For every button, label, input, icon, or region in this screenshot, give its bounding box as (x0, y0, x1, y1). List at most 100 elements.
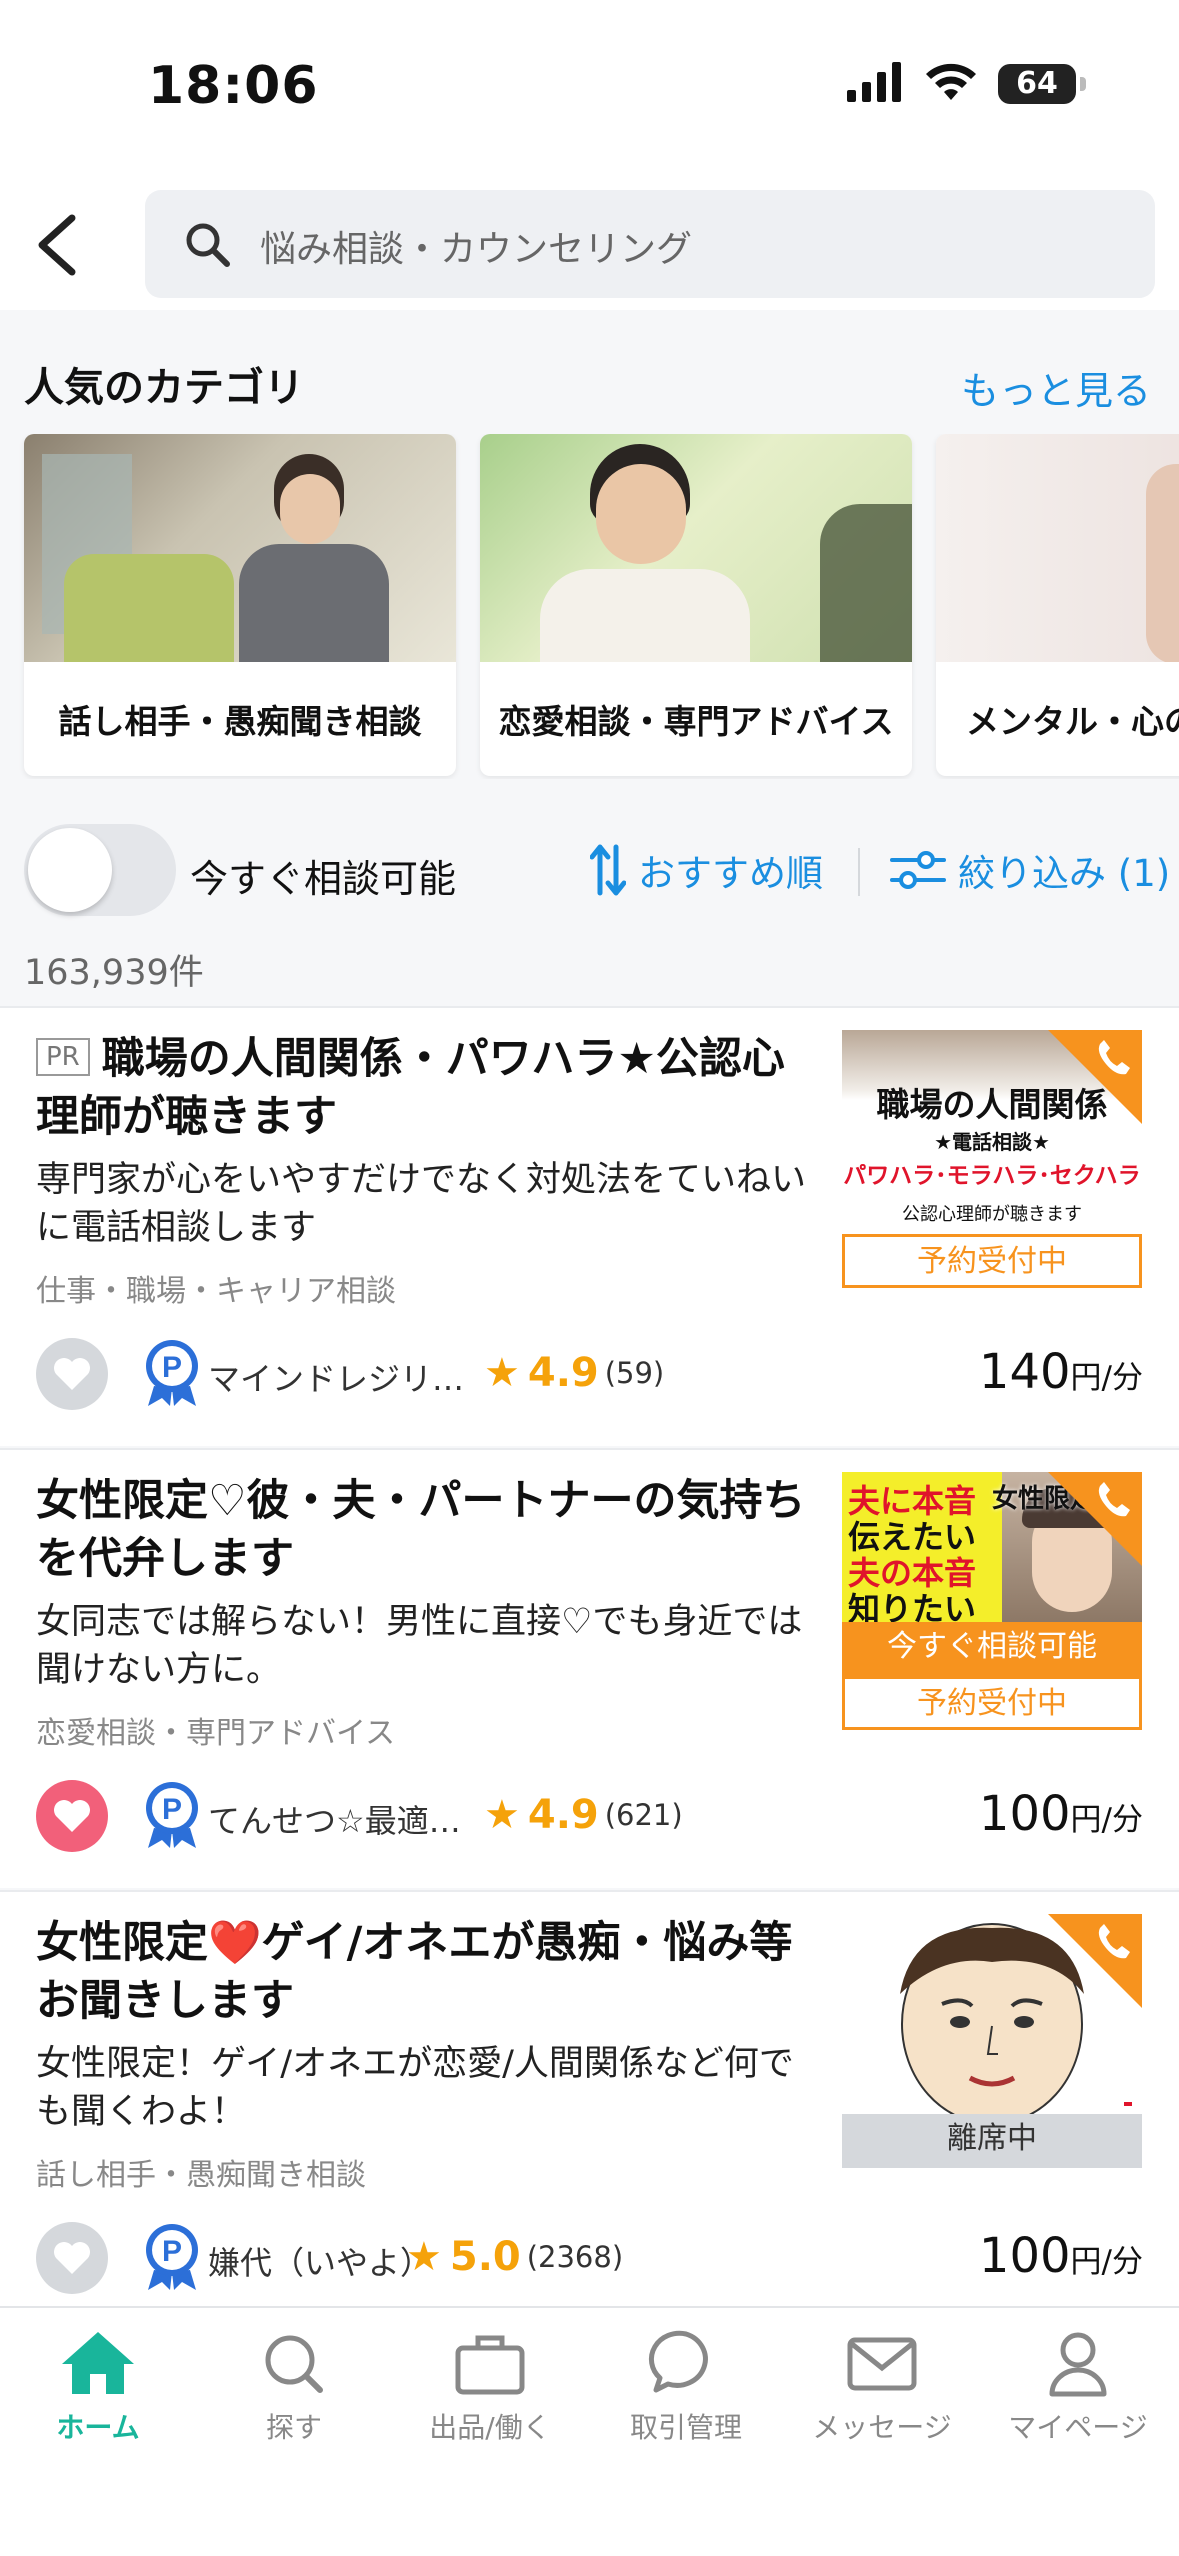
favorite-button[interactable] (36, 1780, 108, 1852)
listing-category: 仕事・職場・キャリア相談 (36, 1274, 396, 1309)
search-icon (265, 2335, 323, 2393)
seller-name[interactable]: マインドレジリ… (208, 1354, 464, 1400)
category-photo (24, 434, 456, 662)
rating-score: 5.0 (449, 2234, 521, 2280)
bottom-tab-bar: ホーム 探す 出品/働く 取引管理 メッセージ マイページ (0, 2306, 1179, 2556)
pro-badge-icon: P (146, 1782, 198, 1848)
toggle-label: 今すぐ相談可能 (190, 857, 457, 901)
sort-label: おすすめ順 (638, 852, 823, 895)
favorite-button[interactable] (36, 2222, 108, 2294)
price: 140円/分 (979, 1344, 1143, 1400)
listing-card[interactable]: 女性限定❤️ゲイ/オネエが愚痴・悩み等お聞きします 女性限定！ゲイ/オネエが恋愛… (0, 1890, 1179, 2330)
review-count: (2368) (526, 2240, 624, 2274)
phone-corner-icon (1048, 1472, 1142, 1566)
phone-corner-icon (1048, 1914, 1142, 2008)
status-button: 離席中 (842, 2114, 1142, 2168)
tab-label: 出品/働く (429, 2411, 551, 2444)
toggle-knob (28, 828, 112, 912)
listing-description: 女同志では解らない！男性に直接♡でも身近では聞けない方に。 (36, 1602, 803, 1690)
listing-thumbnail: 夫に本音 伝えたい 夫の本音 知りたい 女性限定 (842, 1472, 1142, 1622)
pr-badge: PR (36, 1038, 90, 1076)
tab-transactions[interactable]: 取引管理 (588, 2328, 784, 2446)
status-button: 予約受付中 (842, 1234, 1142, 1288)
tab-label: マイページ (1008, 2411, 1148, 2444)
listing-card[interactable]: PR 職場の人間関係・パワハラ★公認心理師が聴きます 専門家が心をいやすだけでなく… (0, 1006, 1179, 1446)
price-unit: 円/分 (1070, 1360, 1143, 1396)
listing-thumbnail (842, 1914, 1142, 2114)
star-icon: ★ (406, 2234, 442, 2280)
tab-label: 取引管理 (629, 2411, 742, 2444)
price-value: 100 (978, 2228, 1071, 2284)
listing-description: 専門家が心をいやすだけでなく対処法をていねいに電話相談します (36, 1160, 807, 1248)
listing-card[interactable]: 女性限定♡彼・夫・パートナーの気持ちを代弁します 女同志では解らない！男性に直接… (0, 1448, 1179, 1888)
home-icon (62, 2332, 134, 2394)
categories-title: 人気のカテゴリ (24, 365, 304, 411)
tab-label: メッセージ (812, 2411, 952, 2444)
thumb-text: 知りたい (848, 1590, 977, 1622)
search-input[interactable]: 悩み相談・カウンセリング (145, 190, 1155, 298)
svg-text:P: P (162, 2235, 182, 2268)
rating: ★ 4.9 (621) (484, 1792, 683, 1838)
price-unit: 円/分 (1070, 2244, 1143, 2280)
rating-score: 4.9 (527, 1792, 599, 1838)
seller-name[interactable]: てんせつ☆最適… (208, 1796, 461, 1842)
seller-name[interactable]: 嫌代（いやよ） (208, 2238, 432, 2284)
wifi-icon (926, 63, 976, 100)
tab-sell[interactable]: 出品/働く (392, 2328, 588, 2446)
tab-search[interactable]: 探す (196, 2328, 392, 2446)
see-more-link[interactable]: もっと見る (961, 360, 1151, 415)
svg-text:P: P (162, 1351, 182, 1384)
rating-score: 4.9 (527, 1350, 599, 1396)
status-time: 18:06 (148, 56, 319, 116)
sort-arrows-icon (590, 844, 626, 896)
tab-messages[interactable]: メッセージ (784, 2328, 980, 2446)
available-now-toggle[interactable] (24, 824, 176, 916)
category-card[interactable]: 恋愛相談・専門アドバイス (480, 434, 912, 776)
pro-badge-icon: P (146, 1340, 198, 1406)
status-bar: 18:06 64 (0, 0, 1179, 170)
category-card[interactable]: メンタル・心の (936, 434, 1179, 776)
thumb-text: パワハラ･モラハラ･セクハラ (843, 1163, 1141, 1189)
category-label: 話し相手・愚痴聞き相談 (58, 702, 422, 741)
status-button: 予約受付中 (842, 1676, 1142, 1730)
search-icon (186, 223, 230, 267)
sort-button[interactable]: おすすめ順 (590, 842, 823, 898)
heart-icon (54, 1358, 90, 1390)
phone-corner-icon (1048, 1030, 1142, 1124)
category-label: メンタル・心の (966, 702, 1179, 741)
category-photo (480, 434, 912, 662)
battery-indicator: 64 (998, 64, 1086, 104)
person-icon (1049, 2332, 1107, 2397)
listing-title: 女性限定❤️ゲイ/オネエが愚痴・悩み等お聞きします (36, 1918, 793, 2026)
price-value: 140 (978, 1344, 1071, 1400)
filter-label: 絞り込み (1) (958, 852, 1171, 895)
search-header: 悩み相談・カウンセリング (0, 170, 1179, 310)
tab-home[interactable]: ホーム (0, 2328, 196, 2446)
search-placeholder: 悩み相談・カウンセリング (260, 229, 693, 270)
filter-button[interactable]: 絞り込み (1) (890, 842, 1170, 898)
price: 100円/分 (979, 1786, 1143, 1842)
heart-icon (54, 2242, 90, 2274)
star-icon: ★ (484, 1792, 520, 1838)
listing-description: 女性限定！ゲイ/オネエが恋愛/人間関係など何でも聞くわよ！ (36, 2044, 794, 2132)
favorite-button[interactable] (36, 1338, 108, 1410)
tab-label: ホーム (56, 2411, 140, 2444)
heart-icon (54, 1800, 90, 1832)
cellular-signal-icon (847, 62, 901, 102)
pro-badge-icon: P (146, 2224, 198, 2290)
result-count: 163,939件 (24, 953, 204, 993)
listing-thumbnail: 職場の人間関係 ★電話相談★ パワハラ･モラハラ･セクハラ 公認心理師が聴きます (842, 1030, 1142, 1230)
chat-bubble-icon (648, 2330, 708, 2393)
listing-title-text: 職場の人間関係・パワハラ★公認心理師が聴きます (36, 1034, 785, 1142)
review-count: (621) (604, 1798, 683, 1832)
thumb-text: ★電話相談★ (934, 1130, 1050, 1154)
divider (858, 848, 860, 896)
category-card[interactable]: 話し相手・愚痴聞き相談 (24, 434, 456, 776)
back-arrow-icon[interactable] (28, 210, 88, 280)
thumb-text: 公認心理師が聴きます (902, 1204, 1082, 1225)
listing-title: PR 職場の人間関係・パワハラ★公認心理師が聴きます (36, 1030, 816, 1146)
envelope-icon (847, 2337, 917, 2391)
price: 100円/分 (979, 2228, 1143, 2284)
tab-mypage[interactable]: マイページ (980, 2328, 1176, 2446)
rating: ★ 5.0 (2368) (406, 2234, 623, 2280)
